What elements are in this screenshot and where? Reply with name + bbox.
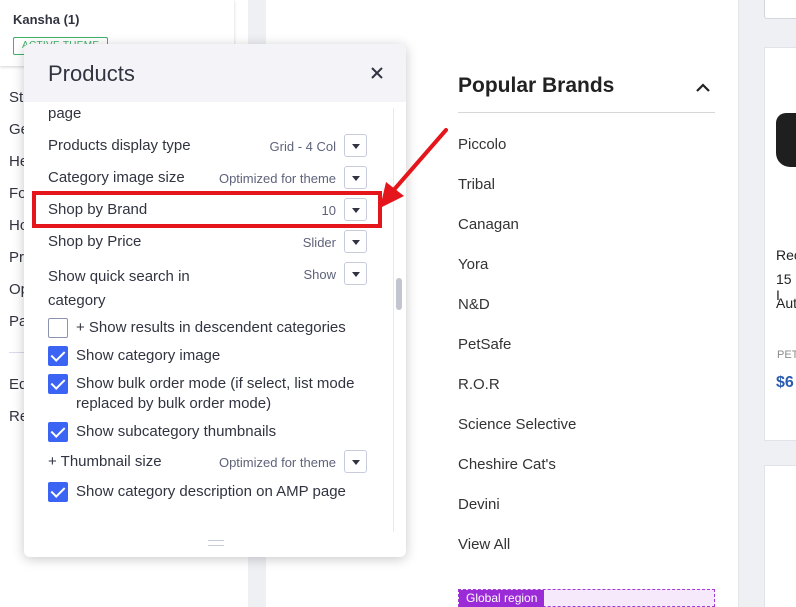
sidebar-item-styles[interactable]: St	[9, 89, 23, 106]
category-image-size-dropdown[interactable]	[344, 166, 367, 189]
products-settings-panel: Products page Products display type Grid…	[24, 44, 406, 557]
brand-link[interactable]: Science Selective	[458, 416, 576, 433]
show-amp-description-checkbox[interactable]	[48, 482, 68, 502]
product-image	[776, 113, 796, 167]
option-label-shop-by-price: Shop by Price	[48, 233, 142, 250]
panel-title: Products	[48, 61, 135, 86]
checkbox-label: Show category description on AMP page	[76, 483, 346, 500]
sidebar-item-products[interactable]: Pr	[9, 249, 24, 266]
option-label-quick-search: Show quick search in category	[48, 268, 190, 309]
panel-scrollbar-track[interactable]	[393, 108, 401, 532]
option-value-display-type: Grid - 4 Col	[269, 139, 336, 154]
brand-link[interactable]: PetSafe	[458, 336, 511, 353]
close-icon[interactable]	[368, 64, 386, 82]
theme-name: Kansha (1)	[13, 12, 80, 27]
chevron-up-icon[interactable]	[694, 80, 712, 94]
option-label-shop-by-brand: Shop by Brand	[48, 201, 148, 218]
thumbnail-size-dropdown[interactable]	[344, 450, 367, 473]
checkbox-label: Show bulk order mode (if select, list mo…	[76, 375, 355, 412]
product-brand: PET	[777, 349, 796, 361]
checkbox-label: + Show results in descendent categories	[76, 319, 346, 336]
panel-header: Products	[24, 44, 406, 102]
brand-link[interactable]: Canagan	[458, 216, 519, 233]
panel-body: page Products display type Grid - 4 Col …	[24, 102, 406, 534]
brand-link[interactable]: N&D	[458, 296, 490, 313]
top-right-control[interactable]	[764, 0, 796, 19]
checkbox-label: Show subcategory thumbnails	[76, 423, 277, 440]
quick-search-dropdown[interactable]	[344, 262, 367, 285]
product-card[interactable]	[764, 465, 796, 607]
option-value-shop-by-brand: 10	[321, 203, 336, 218]
popular-brands-title: Popular Brands	[458, 74, 615, 97]
show-descendent-results-checkbox[interactable]	[48, 318, 68, 338]
section-divider	[458, 112, 715, 113]
show-category-image-checkbox[interactable]	[48, 346, 68, 366]
show-bulk-order-checkbox[interactable]	[48, 374, 68, 394]
option-label-display-type: Products display type	[48, 137, 191, 154]
brand-link[interactable]: Yora	[458, 256, 488, 273]
view-all-link[interactable]: View All	[458, 536, 510, 553]
option-value-quick-search: Show	[303, 267, 336, 282]
product-title-line: Rec	[776, 247, 796, 263]
panel-scrollbar-thumb[interactable]	[396, 278, 402, 310]
show-subcategory-thumbnails-checkbox[interactable]	[48, 422, 68, 442]
brand-link[interactable]: Tribal	[458, 176, 495, 193]
column-divider	[738, 0, 739, 607]
resize-handle[interactable]	[208, 540, 224, 546]
brand-link[interactable]: Cheshire Cat's	[458, 456, 556, 473]
shop-by-price-dropdown[interactable]	[344, 230, 367, 253]
shop-by-brand-dropdown[interactable]	[344, 198, 367, 221]
brand-link[interactable]: Piccolo	[458, 136, 506, 153]
product-title-line: Aut	[776, 295, 796, 311]
option-value-shop-by-price: Slider	[302, 235, 336, 250]
brand-link[interactable]: Devini	[458, 496, 500, 513]
option-value-thumbnail-size: Optimized for theme	[218, 455, 336, 470]
option-value-category-image-size: Optimized for theme	[218, 171, 336, 186]
option-label-thumbnail-size: + Thumbnail size	[48, 453, 162, 470]
brand-link[interactable]: R.O.R	[458, 376, 500, 393]
option-label-category-image-size: Category image size	[48, 169, 185, 186]
product-price: $6	[776, 374, 794, 391]
display-type-dropdown[interactable]	[344, 134, 367, 157]
global-region[interactable]: Global region	[458, 589, 715, 607]
global-region-label: Global region	[459, 590, 545, 607]
option-label-cut: page	[48, 105, 82, 122]
checkbox-label: Show category image	[76, 347, 221, 364]
